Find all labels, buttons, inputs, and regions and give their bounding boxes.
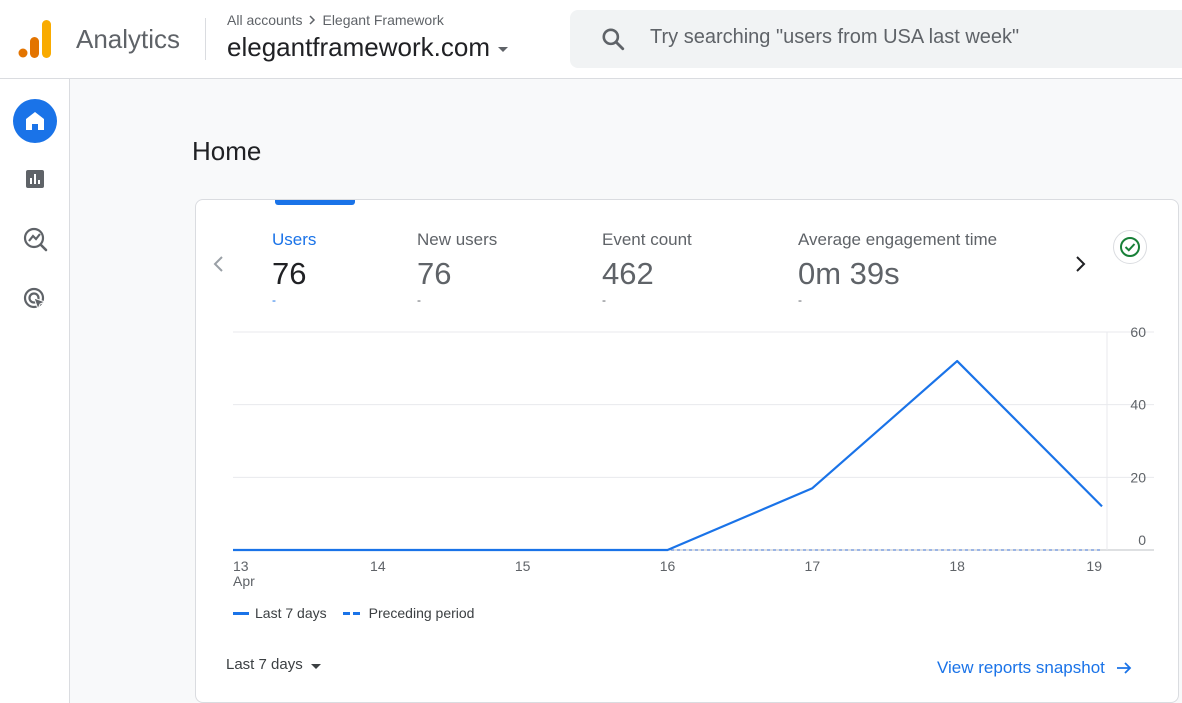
x-tick-sublabel: Apr [233, 573, 255, 589]
legend-label: Last 7 days [255, 605, 327, 621]
chevron-right-icon[interactable] [1069, 253, 1091, 275]
selected-tab-indicator [275, 200, 355, 205]
left-nav [0, 79, 70, 703]
caret-down-icon [498, 47, 508, 52]
legend-dashed-swatch [342, 611, 363, 615]
users-line-chart: 0 20 40 60 13Apr 14 15 16 17 18 19 [233, 325, 1154, 589]
search-input[interactable]: Try searching "users from USA last week" [650, 26, 1019, 49]
metric-value: 76 [272, 256, 307, 291]
breadcrumb-account[interactable]: Elegant Framework [322, 12, 443, 28]
metric-value: 76 [417, 256, 452, 291]
x-tick-label: 16 [660, 558, 676, 574]
series-line-last-7-days [233, 359, 1103, 552]
y-tick-label: 60 [1130, 325, 1146, 340]
metric-label: Event count [602, 230, 692, 249]
advertising-icon [23, 287, 47, 311]
nav-explore[interactable] [13, 217, 57, 261]
x-tick-label: 18 [949, 558, 965, 574]
top-header: Analytics All accounts Elegant Framework… [0, 0, 1182, 79]
check-circle-icon [1120, 237, 1140, 257]
chart-legend: Last 7 days Preceding period [233, 605, 482, 621]
product-name: Analytics [76, 24, 181, 54]
metric-label: Average engagement time [798, 230, 998, 249]
header-divider [205, 18, 206, 60]
chevron-left-icon[interactable] [208, 253, 230, 275]
x-tick-label: 14 [370, 558, 386, 574]
metric-change: - [798, 293, 802, 307]
property-selector[interactable]: elegantframework.com [227, 32, 508, 63]
x-tick-label: 17 [805, 558, 821, 574]
arrow-right-icon [1116, 662, 1132, 674]
home-icon [26, 112, 44, 130]
breadcrumb[interactable]: All accounts Elegant Framework [227, 12, 444, 28]
legend-item-preceding-period[interactable]: Preceding period [342, 605, 475, 621]
x-tick-label: 15 [515, 558, 531, 574]
metric-value: 0m 39s [798, 256, 900, 291]
nav-reports[interactable] [13, 157, 57, 201]
metric-value: 462 [602, 256, 654, 291]
legend-solid-swatch [233, 611, 249, 615]
property-name: elegantframework.com [227, 32, 490, 62]
x-tick-label: 19 [1086, 558, 1102, 574]
metric-avg-engagement[interactable]: Average engagement time 0m 39s - [798, 230, 997, 306]
page-title: Home [192, 136, 262, 166]
legend-label: Preceding period [368, 605, 475, 621]
date-range-label: Last 7 days [226, 656, 303, 673]
metric-label: Users [272, 230, 317, 249]
nav-advertising[interactable] [13, 277, 57, 321]
chevron-right-icon [309, 15, 316, 25]
overview-card: Users 76 - New users 76 - Event count 46… [195, 199, 1179, 703]
view-reports-snapshot-link[interactable]: View reports snapshot [937, 658, 1133, 678]
metric-change: - [602, 293, 606, 307]
insights-check-badge[interactable] [1113, 230, 1147, 264]
legend-item-last-7-days[interactable]: Last 7 days [233, 605, 327, 621]
metric-new-users[interactable]: New users 76 - [417, 230, 497, 306]
metric-label: New users [417, 230, 498, 249]
breadcrumb-root[interactable]: All accounts [227, 12, 302, 28]
view-link-label: View reports snapshot [937, 658, 1105, 677]
y-tick-label: 20 [1130, 469, 1146, 485]
y-tick-label: 40 [1130, 397, 1146, 413]
metric-change: - [272, 293, 276, 307]
metric-change: - [417, 293, 421, 307]
x-tick-label: 13 [233, 558, 249, 574]
explore-icon [23, 227, 48, 252]
caret-down-icon [310, 664, 321, 669]
bar-chart-icon [26, 170, 44, 188]
date-range-dropdown[interactable]: Last 7 days [226, 656, 321, 673]
analytics-logo[interactable] [18, 20, 52, 58]
metric-event-count[interactable]: Event count 462 - [602, 230, 692, 306]
search-icon [602, 28, 625, 51]
y-tick-label: 0 [1138, 532, 1146, 548]
metric-users[interactable]: Users 76 - [272, 230, 316, 306]
nav-home[interactable] [13, 99, 57, 143]
search-bar[interactable]: Try searching "users from USA last week" [570, 10, 1182, 68]
